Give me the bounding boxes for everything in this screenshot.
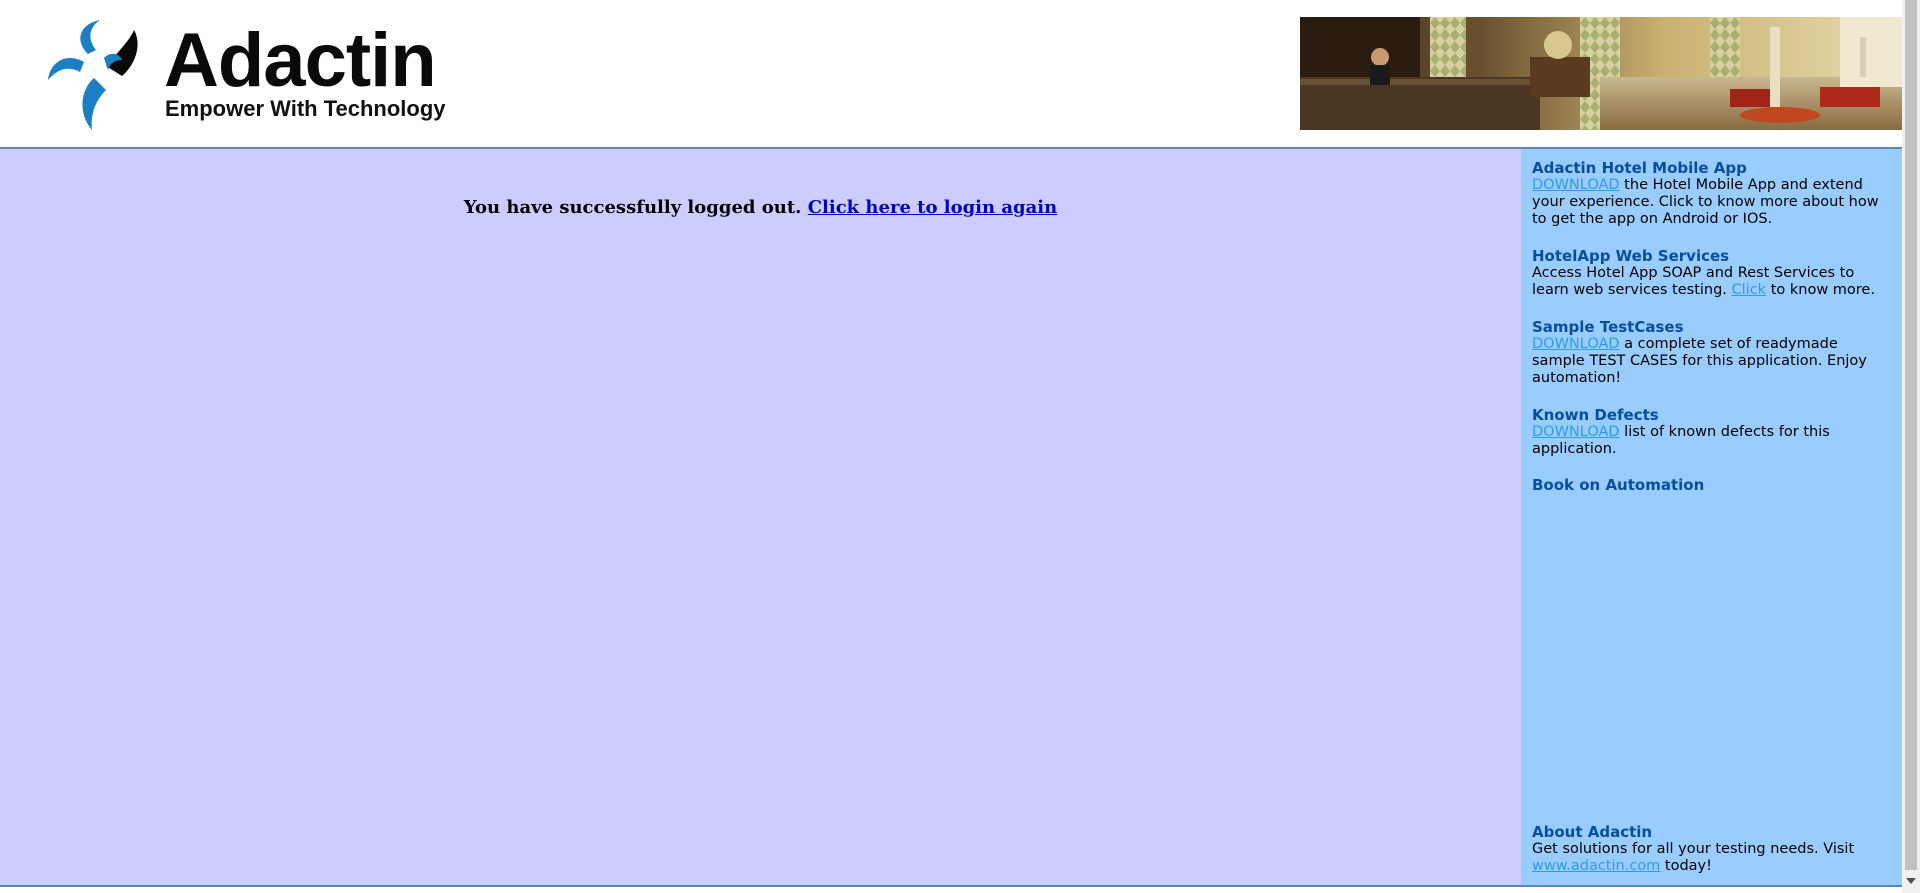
sidebar: Adactin Hotel Mobile App DOWNLOAD the Ho…: [1521, 149, 1902, 885]
sidebar-test-cases: Sample TestCases DOWNLOAD a complete set…: [1532, 319, 1894, 387]
adactin-website-link[interactable]: www.adactin.com: [1532, 858, 1660, 874]
logout-message: You have successfully logged out. Click …: [0, 197, 1521, 218]
known-defects-title: Known Defects: [1532, 406, 1659, 424]
test-cases-title: Sample TestCases: [1532, 318, 1684, 336]
book-on-automation-title[interactable]: Book on Automation: [1532, 477, 1894, 494]
sidebar-web-services: HotelApp Web Services Access Hotel App S…: [1532, 248, 1894, 299]
scroll-down-arrow-icon[interactable]: [1906, 878, 1916, 884]
mobile-app-title: Adactin Hotel Mobile App: [1532, 159, 1747, 177]
known-defects-download-link[interactable]: DOWNLOAD: [1532, 424, 1620, 440]
sidebar-book: Book on Automation: [1532, 477, 1894, 494]
about-text-after: today!: [1660, 858, 1712, 874]
main-content: You have successfully logged out. Click …: [0, 149, 1521, 885]
adactin-logo-icon: [48, 20, 138, 130]
test-cases-download-link[interactable]: DOWNLOAD: [1532, 336, 1620, 352]
sidebar-known-defects: Known Defects DOWNLOAD list of known def…: [1532, 407, 1894, 458]
adactin-logo: Adactin Empower With Technology: [44, 18, 464, 133]
web-services-title: HotelApp Web Services: [1532, 247, 1730, 265]
web-services-click-link[interactable]: Click: [1732, 282, 1767, 298]
footer-divider: [0, 885, 1902, 887]
scrollbar-thumb[interactable]: [1905, 0, 1917, 870]
page-header: Adactin Empower With Technology: [0, 0, 1902, 147]
logout-text: You have successfully logged out.: [463, 197, 802, 218]
vertical-scrollbar[interactable]: [1902, 0, 1920, 893]
login-again-link[interactable]: Click here to login again: [808, 197, 1058, 218]
sidebar-about: About Adactin Get solutions for all your…: [1532, 824, 1894, 875]
web-services-text-after: to know more.: [1766, 282, 1875, 298]
about-title: About Adactin: [1532, 823, 1653, 841]
mobile-app-download-link[interactable]: DOWNLOAD: [1532, 177, 1620, 193]
sidebar-mobile-app: Adactin Hotel Mobile App DOWNLOAD the Ho…: [1532, 160, 1894, 228]
logo-tagline: Empower With Technology: [165, 96, 446, 121]
hotel-lobby-banner-image: [1300, 17, 1902, 130]
logo-wordmark: Adactin: [164, 18, 437, 103]
about-text: Get solutions for all your testing needs…: [1532, 841, 1855, 857]
